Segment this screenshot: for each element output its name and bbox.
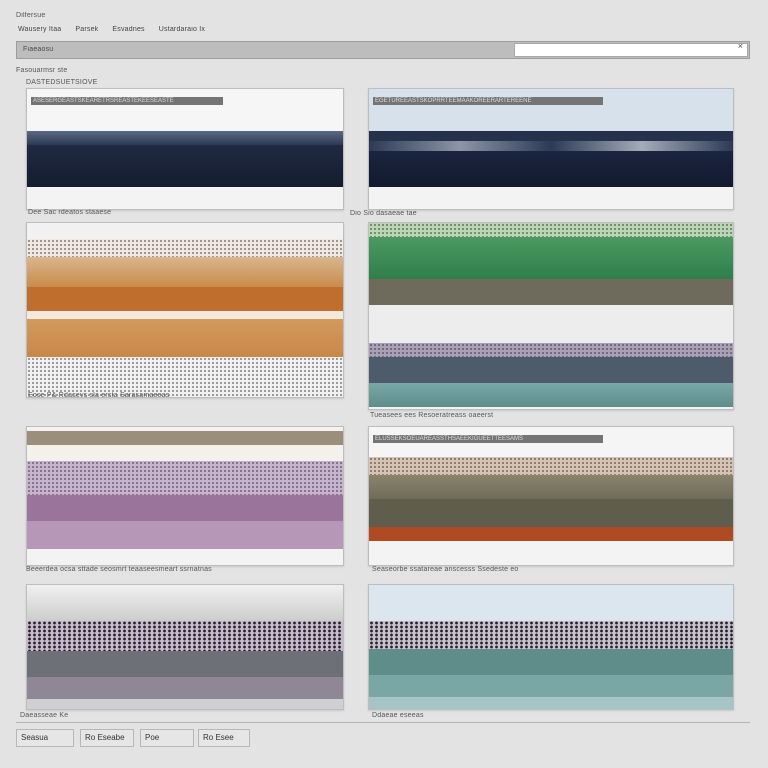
menu-item[interactable]: Esvadnes: [112, 26, 144, 33]
panel-texture: [27, 621, 343, 651]
panel-band: [27, 431, 343, 445]
panel-caption: Daeasseae Ke: [20, 712, 69, 719]
search-input[interactable]: [514, 43, 748, 57]
panel-title: ELUSSEKSOEUAREASSTHSAEEKIGUEETTEESAMS: [373, 435, 603, 443]
menu-bar: Wausery Itaa Parsek Esvadnes Ustardaraio…: [18, 26, 205, 33]
panel-band: [369, 499, 733, 527]
panel-band: [27, 651, 343, 677]
panel-band: [369, 357, 733, 383]
menu-item[interactable]: Ustardaraio Ix: [159, 26, 205, 33]
panel-band: [27, 287, 343, 311]
thumbnail-panel-8[interactable]: [368, 584, 734, 710]
panel-band: [27, 445, 343, 461]
panel-band: [369, 237, 733, 279]
panel-horizon: [27, 131, 343, 145]
footer-button[interactable]: Ro Esee: [198, 729, 250, 747]
panel-title: ASESERGEASTSKEARETRSREASTEKEESEASTE: [31, 97, 223, 105]
section-subheading: Fasouarmsr ste: [16, 67, 68, 74]
panel-sky: [27, 585, 343, 621]
panel-sky: [369, 585, 733, 621]
panel-band: [369, 527, 733, 541]
panel-texture: [369, 621, 733, 649]
panel-band: [27, 257, 343, 287]
thumbnail-panel-6[interactable]: ELUSSEKSOEUAREASSTHSAEEKIGUEETTEESAMS: [368, 426, 734, 566]
panel-caption: Tueasees ees Resoeratreass oaeerst: [370, 412, 494, 419]
panel-horizon: [369, 131, 733, 141]
panel-texture: [27, 461, 343, 495]
toolbar: Fiaeaosu ×: [16, 41, 750, 59]
footer-divider: [16, 722, 750, 723]
panel-caption: Dio Sio dasaeae tae: [350, 210, 417, 217]
panel-band: [27, 677, 343, 699]
thumbnail-panel-3[interactable]: [26, 222, 344, 398]
menu-item[interactable]: Wausery Itaa: [18, 26, 61, 33]
panel-title: EGETUREEASTSKOPRRTEEMAAKOREERARTEREENE: [373, 97, 603, 105]
panel-band: [369, 305, 733, 343]
footer-button[interactable]: Ro Eseabe: [80, 729, 134, 747]
panel-texture: [27, 239, 343, 257]
panel-sea: [27, 145, 343, 187]
panel-base: [27, 549, 343, 565]
thumbnail-panel-5[interactable]: [26, 426, 344, 566]
panel-base: [369, 541, 733, 565]
panel-texture: [369, 343, 733, 357]
panel-clouds: [369, 141, 733, 151]
panel-caption: Ddaeae eseeas: [372, 712, 424, 719]
panel-base: [369, 697, 733, 709]
panel-sea: [369, 151, 733, 187]
panel-base: [369, 187, 733, 209]
menu-item[interactable]: Parsek: [75, 26, 98, 33]
panel-caption: Seaseorbe ssatareae anscesss Ssedeste eo: [372, 566, 519, 573]
thumbnail-panel-1[interactable]: ASESERGEASTSKEARETRSREASTEKEESEASTE: [26, 88, 344, 210]
panel-base: [27, 699, 343, 709]
thumbnail-panel-2[interactable]: EGETUREEASTSKOPRRTEEMAAKOREERARTEREENE: [368, 88, 734, 210]
close-icon[interactable]: ×: [738, 41, 743, 51]
footer-button[interactable]: Poe: [140, 729, 194, 747]
panel-band: [369, 383, 733, 407]
panel-band: [27, 311, 343, 319]
panel-band: [27, 521, 343, 549]
panel-band: [369, 649, 733, 675]
panel-texture: [369, 223, 733, 237]
panel-band: [27, 319, 343, 357]
panel-band: [27, 495, 343, 521]
panel-caption: Dee Sac rdeatos staaese: [28, 209, 112, 216]
toolbar-label: Fiaeaosu: [23, 46, 54, 53]
section-heading: DASTEDSUETSIOVE: [26, 79, 98, 86]
thumbnail-panel-7[interactable]: [26, 584, 344, 710]
panel-band: [369, 675, 733, 697]
panel-texture: [369, 457, 733, 475]
panel-caption: Beeerdea ocsa sttade seosmrt teaaseesmea…: [26, 566, 212, 573]
panel-base: [27, 187, 343, 209]
footer-button[interactable]: Seasua: [16, 729, 74, 747]
thumbnail-panel-4[interactable]: [368, 222, 734, 410]
window-title: Dilfersue: [16, 12, 46, 19]
panel-caption: Eose P& Rdasevs sla ersta Sarasamaeeas: [28, 392, 170, 399]
panel-band: [369, 475, 733, 499]
panel-sky: [369, 89, 733, 131]
panel-band: [369, 279, 733, 305]
panel-sky: [27, 89, 343, 131]
